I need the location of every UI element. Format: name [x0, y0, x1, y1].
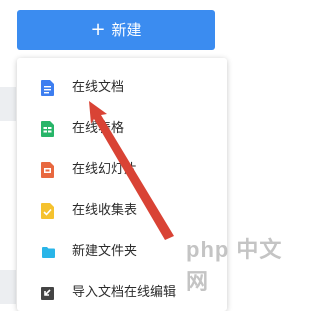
watermark: php 中文网 — [186, 237, 283, 294]
